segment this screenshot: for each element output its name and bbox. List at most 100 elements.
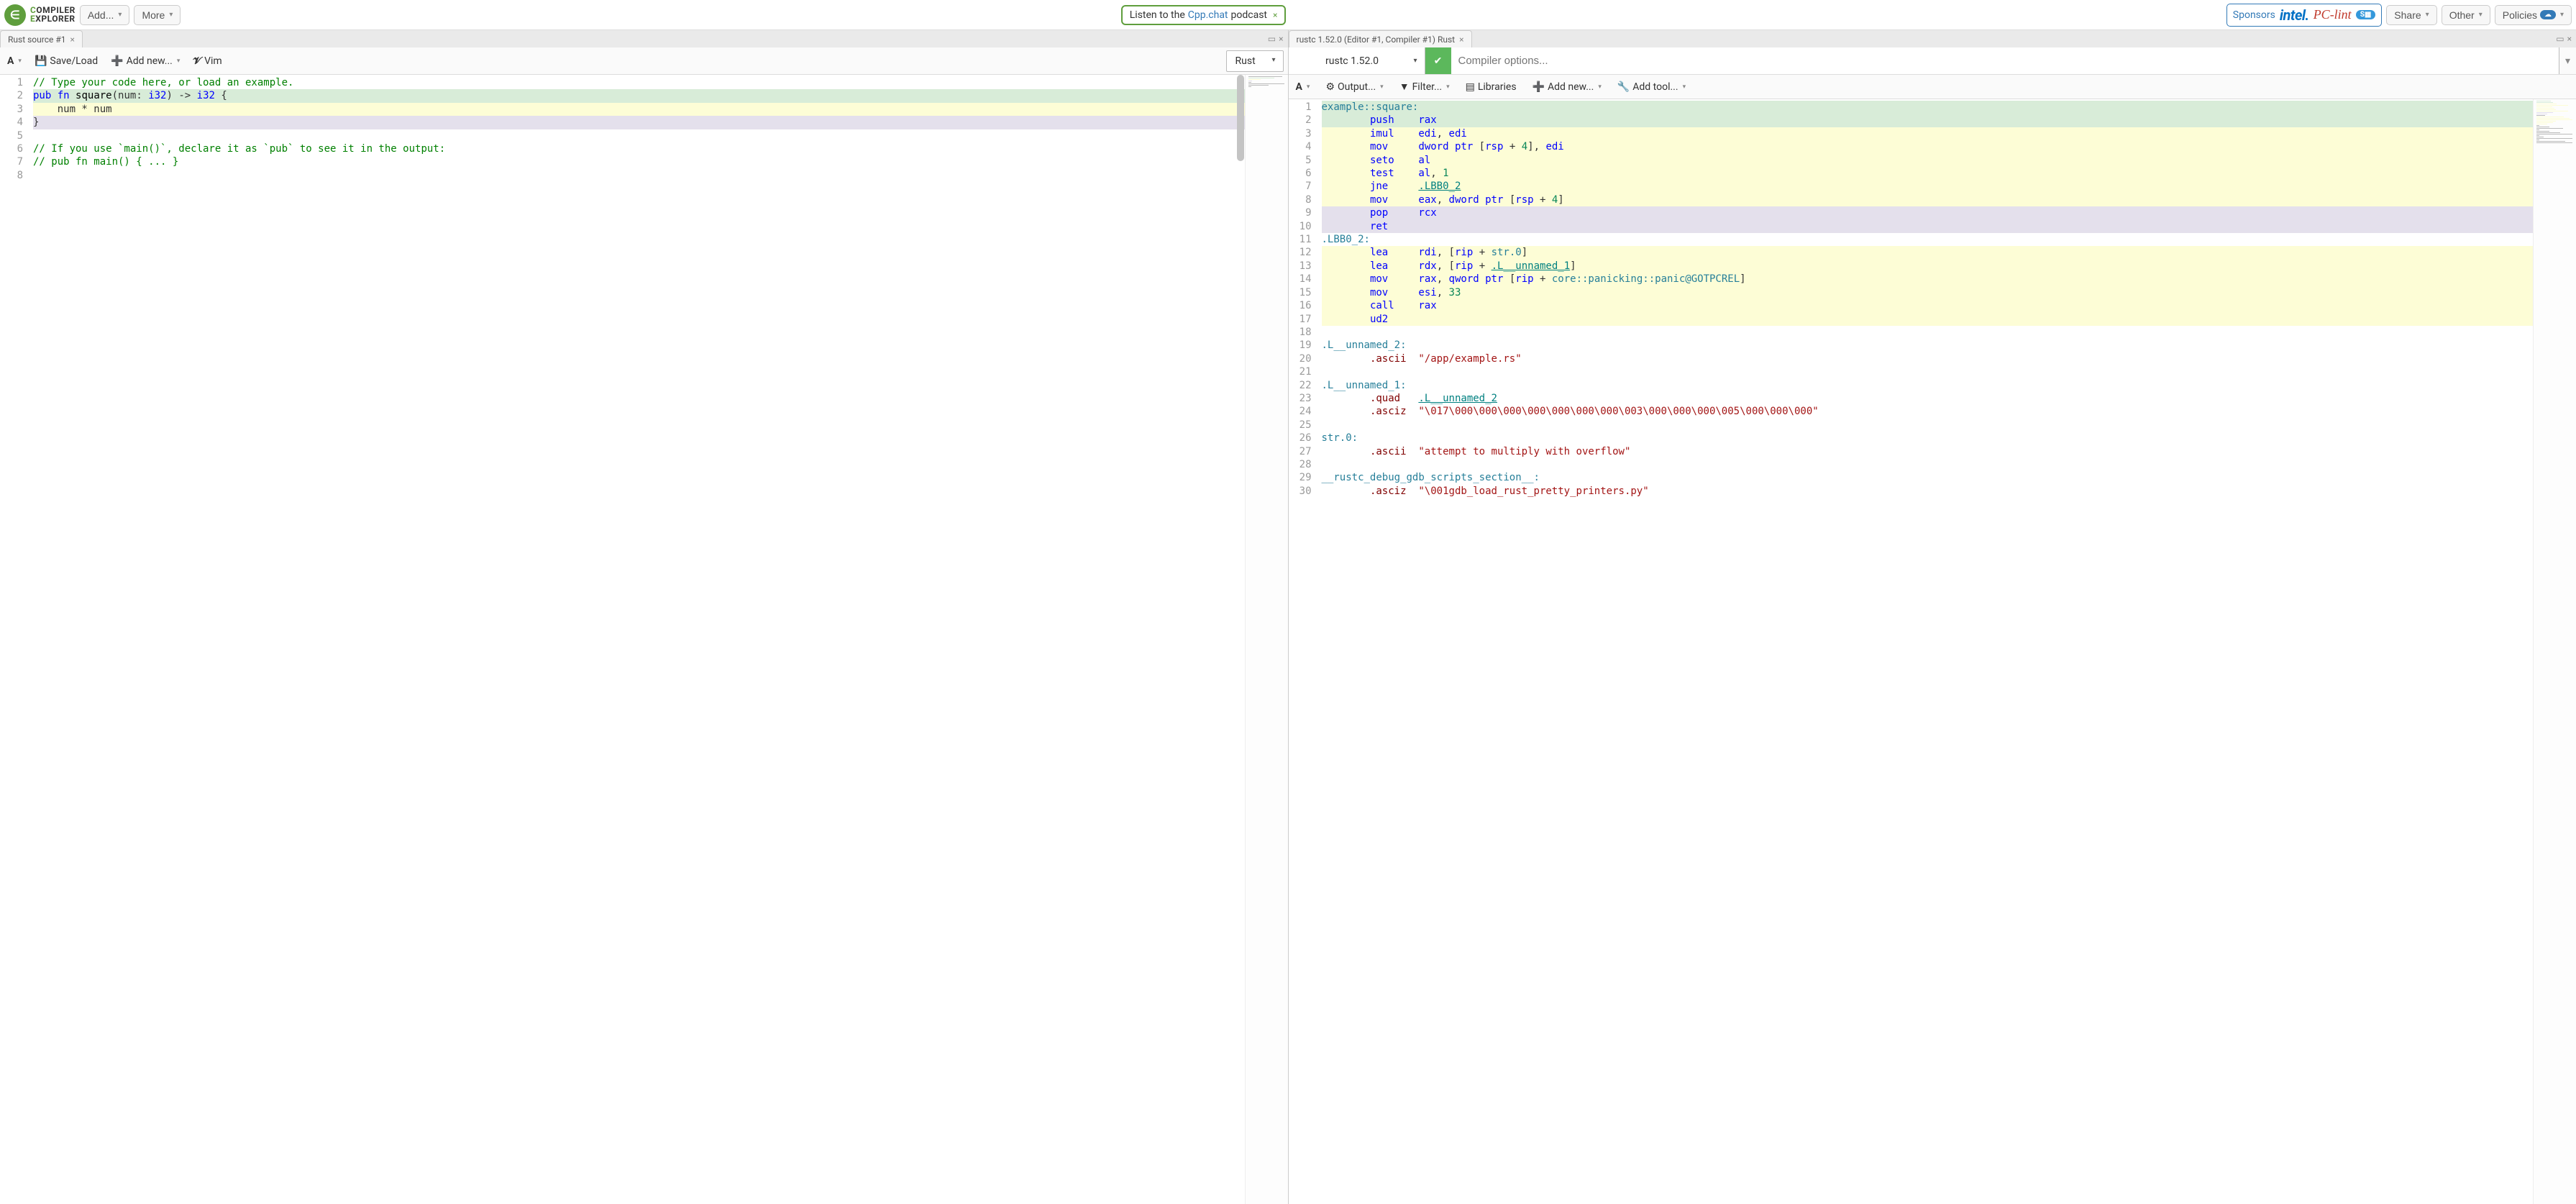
- source-toolbar: A 💾 Save/Load ➕ Add new... 𝓥 Vim Rust: [0, 47, 1288, 75]
- source-editor[interactable]: 12345678 // Type your code here, or load…: [0, 75, 1288, 1204]
- compiler-options-input[interactable]: [1451, 47, 2559, 74]
- save-icon: 💾: [35, 55, 47, 67]
- code-line[interactable]: .LBB0_2:: [1322, 233, 2534, 246]
- scrollbar-thumb[interactable]: [1237, 75, 1244, 161]
- maximize-icon[interactable]: ▭: [1268, 34, 1276, 44]
- code-line[interactable]: [1322, 365, 2534, 378]
- options-dropdown[interactable]: ▾: [2559, 47, 2576, 74]
- code-line[interactable]: pop rcx: [1322, 206, 2534, 219]
- output-label: Output...: [1338, 81, 1376, 93]
- check-icon: ✔: [1434, 55, 1443, 67]
- code-line[interactable]: mov rax, qword ptr [rip + core::panickin…: [1322, 273, 2534, 286]
- compiler-tab[interactable]: rustc 1.52.0 (Editor #1, Compiler #1) Ru…: [1289, 30, 1472, 47]
- save-load-button[interactable]: 💾 Save/Load: [32, 53, 101, 70]
- banner-close-icon[interactable]: ×: [1273, 10, 1277, 20]
- asm-gutter: 1234567891011121314151617181920212223242…: [1289, 99, 1317, 1204]
- code-line[interactable]: lea rdx, [rip + .L__unnamed_1]: [1322, 260, 2534, 273]
- compile-status-ok[interactable]: ✔: [1425, 47, 1451, 74]
- filter-button[interactable]: ▼ Filter...: [1397, 78, 1453, 96]
- close-pane-icon[interactable]: ×: [2567, 34, 2572, 44]
- source-code[interactable]: // Type your code here, or load an examp…: [29, 75, 1245, 1204]
- banner-pre: Listen to the: [1130, 9, 1185, 21]
- code-line[interactable]: seto al: [1322, 154, 2534, 167]
- compiler-pane: rustc 1.52.0 (Editor #1, Compiler #1) Ru…: [1288, 30, 2576, 1204]
- compiler-toolbar: A ⚙ Output... ▼ Filter... ▤ Libraries ➕ …: [1289, 75, 2576, 99]
- close-icon[interactable]: ×: [1459, 35, 1463, 45]
- code-line[interactable]: [1322, 419, 2534, 432]
- code-line[interactable]: // Type your code here, or load an examp…: [33, 76, 1245, 89]
- plus-icon: ➕: [1533, 81, 1545, 93]
- source-tabstrip: Rust source #1 × ▭ ×: [0, 30, 1288, 47]
- close-icon[interactable]: ×: [70, 35, 74, 45]
- code-line[interactable]: .asciz "\001gdb_load_rust_pretty_printer…: [1322, 485, 2534, 498]
- sponsor-intel: intel.: [2280, 6, 2309, 24]
- add-button[interactable]: Add...: [80, 5, 130, 25]
- topbar: ∈ COMPILEREXPLORER Add... More Listen to…: [0, 0, 2576, 30]
- libraries-button[interactable]: ▤ Libraries: [1463, 78, 1520, 96]
- code-line[interactable]: str.0:: [1322, 432, 2534, 444]
- code-line[interactable]: [33, 129, 1245, 142]
- code-line[interactable]: // If you use `main()`, declare it as `p…: [33, 142, 1245, 155]
- code-line[interactable]: ud2: [1322, 313, 2534, 326]
- policies-label: Policies: [2503, 9, 2537, 21]
- code-line[interactable]: [1322, 458, 2534, 471]
- code-line[interactable]: mov dword ptr [rsp + 4], edi: [1322, 140, 2534, 153]
- compiler-select[interactable]: rustc 1.52.0: [1289, 47, 1425, 74]
- asm-minimap[interactable]: [2533, 99, 2576, 1204]
- code-line[interactable]: mov eax, dword ptr [rsp + 4]: [1322, 193, 2534, 206]
- code-line[interactable]: .L__unnamed_2:: [1322, 339, 2534, 352]
- compiler-selected: rustc 1.52.0: [1325, 55, 1379, 67]
- plus-icon: ➕: [111, 55, 123, 67]
- banner-link[interactable]: Cpp.chat: [1188, 9, 1228, 21]
- code-line[interactable]: // pub fn main() { ... }: [33, 155, 1245, 168]
- code-line[interactable]: test al, 1: [1322, 167, 2534, 180]
- save-load-label: Save/Load: [50, 55, 98, 67]
- gear-icon: ⚙: [1325, 81, 1335, 93]
- more-button[interactable]: More: [134, 5, 181, 25]
- filter-label: Filter...: [1412, 81, 1443, 93]
- code-line[interactable]: }: [33, 116, 1245, 129]
- language-select[interactable]: Rust: [1226, 50, 1284, 72]
- code-line[interactable]: [33, 169, 1245, 182]
- maximize-icon[interactable]: ▭: [2556, 34, 2564, 44]
- code-line[interactable]: call rax: [1322, 299, 2534, 312]
- asm-code[interactable]: example::square: push rax imul edi, edi …: [1317, 99, 2534, 1204]
- font-button[interactable]: A: [1293, 78, 1313, 96]
- add-tool-button[interactable]: 🔧 Add tool...: [1614, 78, 1689, 96]
- code-line[interactable]: .ascii "attempt to multiply with overflo…: [1322, 445, 2534, 458]
- code-line[interactable]: ret: [1322, 220, 2534, 233]
- source-scrollbar[interactable]: [1236, 75, 1245, 1204]
- code-line[interactable]: pub fn square(num: i32) -> i32 {: [33, 89, 1245, 102]
- close-pane-icon[interactable]: ×: [1279, 34, 1283, 44]
- sponsors-box[interactable]: Sponsors intel. PC-lint S▦: [2226, 4, 2383, 27]
- code-line[interactable]: imul edi, edi: [1322, 127, 2534, 140]
- vim-icon: 𝓥: [193, 55, 201, 67]
- code-line[interactable]: jne .LBB0_2: [1322, 180, 2534, 193]
- code-line[interactable]: .quad .L__unnamed_2: [1322, 392, 2534, 405]
- code-line[interactable]: example::square:: [1322, 101, 2534, 114]
- source-minimap[interactable]: [1245, 75, 1288, 1204]
- code-line[interactable]: .asciz "\017\000\000\000\000\000\000\000…: [1322, 405, 2534, 418]
- logo[interactable]: ∈ COMPILEREXPLORER: [4, 4, 76, 26]
- font-button[interactable]: A: [4, 53, 24, 70]
- output-button[interactable]: ⚙ Output...: [1323, 78, 1386, 96]
- asm-editor[interactable]: 1234567891011121314151617181920212223242…: [1289, 99, 2576, 1204]
- code-line[interactable]: __rustc_debug_gdb_scripts_section__:: [1322, 471, 2534, 484]
- code-line[interactable]: .L__unnamed_1:: [1322, 379, 2534, 392]
- logo-text: COMPILEREXPLORER: [30, 6, 76, 23]
- other-button[interactable]: Other: [2442, 5, 2490, 25]
- code-line[interactable]: lea rdi, [rip + str.0]: [1322, 246, 2534, 259]
- add-new-button[interactable]: ➕ Add new...: [1530, 78, 1604, 96]
- code-line[interactable]: .ascii "/app/example.rs": [1322, 352, 2534, 365]
- source-tab-title: Rust source #1: [8, 35, 65, 45]
- code-line[interactable]: num * num: [33, 103, 1245, 116]
- code-line[interactable]: push rax: [1322, 114, 2534, 127]
- source-tab[interactable]: Rust source #1 ×: [0, 30, 83, 47]
- share-button[interactable]: Share: [2386, 5, 2436, 25]
- vim-button[interactable]: 𝓥 Vim: [190, 53, 224, 70]
- policies-button[interactable]: Policies ☁: [2495, 5, 2572, 25]
- code-line[interactable]: [1322, 326, 2534, 339]
- add-new-button[interactable]: ➕ Add new...: [108, 53, 183, 70]
- sponsor-pclint: PC-lint: [2314, 7, 2352, 22]
- code-line[interactable]: mov esi, 33: [1322, 286, 2534, 299]
